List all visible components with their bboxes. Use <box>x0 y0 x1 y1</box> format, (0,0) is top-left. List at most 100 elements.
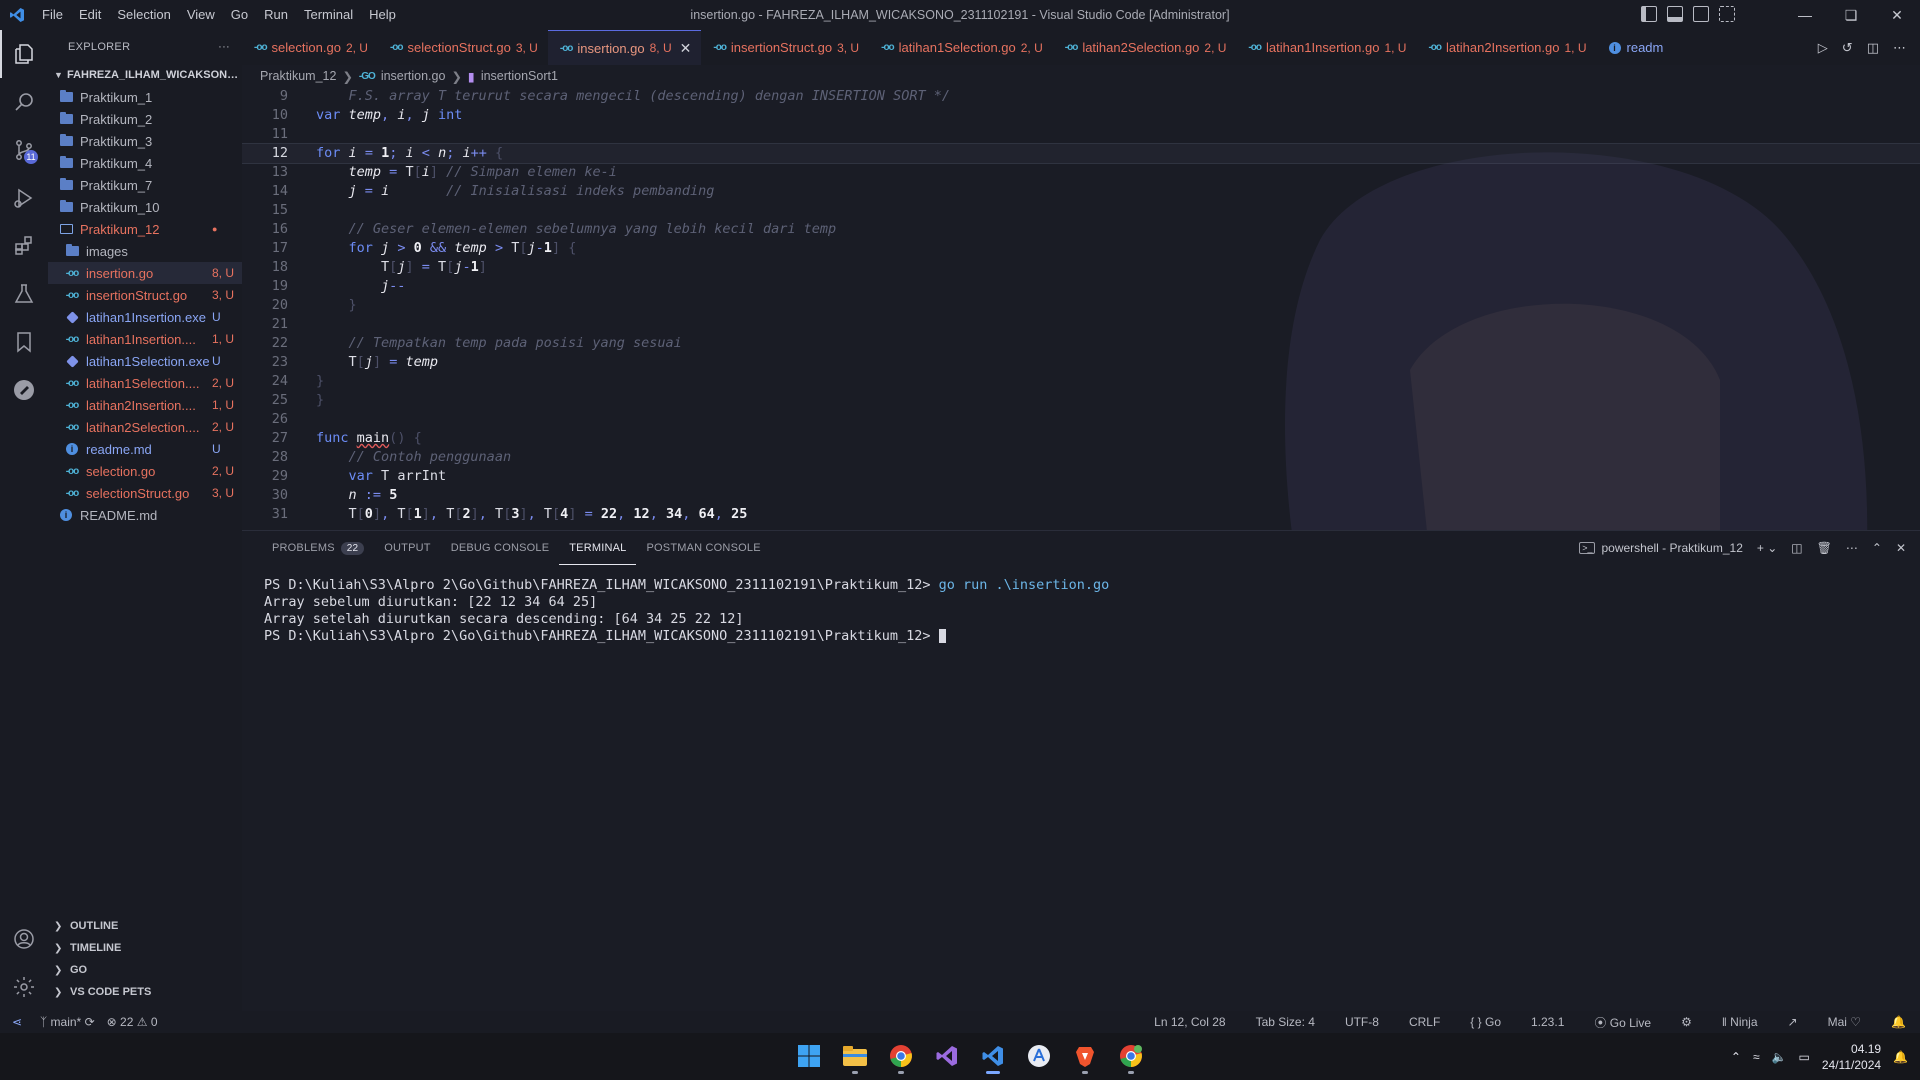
live-share-icon[interactable]: ↗ <box>1782 1015 1804 1029</box>
panel-tab-debug-console[interactable]: DEBUG CONSOLE <box>441 531 560 565</box>
source-control-icon[interactable]: 11 <box>0 126 48 174</box>
menu-go[interactable]: Go <box>223 0 256 30</box>
tab-size[interactable]: Tab Size: 4 <box>1250 1015 1321 1029</box>
file-tree-item[interactable]: -oo latihan2Insertion.... 1, U <box>48 394 242 416</box>
close-tab-icon[interactable]: ✕ <box>680 40 692 57</box>
file-tree-item[interactable]: -oo selectionStruct.go 3, U <box>48 482 242 504</box>
menu-edit[interactable]: Edit <box>71 0 109 30</box>
git-branch[interactable]: ᛉ main* ⟳ <box>34 1015 101 1029</box>
windows-start-icon[interactable] <box>790 1037 828 1075</box>
breadcrumb-file[interactable]: insertion.go <box>381 69 446 83</box>
section-go[interactable]: ❯ GO <box>48 959 242 981</box>
panel-tab-postman-console[interactable]: POSTMAN CONSOLE <box>636 531 770 565</box>
battery-icon[interactable]: ▭ <box>1799 1050 1810 1064</box>
copilot-icon[interactable]: ⚙ <box>1675 1015 1698 1029</box>
file-tree-item[interactable]: -oo selection.go 2, U <box>48 460 242 482</box>
ninja-status[interactable]: ‖ Ninja <box>1716 1015 1764 1029</box>
cursor-position[interactable]: Ln 12, Col 28 <box>1148 1015 1231 1029</box>
workspace-title[interactable]: ▼ FAHREZA_ILHAM_WICAKSONO_2311102191 <box>48 64 242 86</box>
file-tree-item[interactable]: Praktikum_4 <box>48 152 242 174</box>
toggle-primary-sidebar-icon[interactable] <box>1641 6 1657 22</box>
testing-icon[interactable] <box>0 270 48 318</box>
menu-view[interactable]: View <box>179 0 223 30</box>
code-editor[interactable]: 9 F.S. array T terurut secara mengecil (… <box>242 87 1920 530</box>
file-tree-item[interactable]: -oo latihan1Insertion.... 1, U <box>48 328 242 350</box>
file-tree-item[interactable]: -oo latihan2Selection.... 2, U <box>48 416 242 438</box>
brave-icon[interactable] <box>1066 1037 1104 1075</box>
editor-tab[interactable]: -oo selection.go 2, U <box>242 30 378 65</box>
more-actions-icon[interactable]: ⋯ <box>1893 40 1906 56</box>
split-editor-icon[interactable]: ◫ <box>1867 40 1879 56</box>
editor-tab[interactable]: -oo insertion.go 8, U ✕ <box>547 30 702 65</box>
remote-indicator-icon[interactable]: ⋖ <box>0 1011 34 1033</box>
more-actions-icon[interactable]: ⋯ <box>1846 541 1858 555</box>
menu-selection[interactable]: Selection <box>109 0 178 30</box>
file-tree-item[interactable]: Praktikum_2 <box>48 108 242 130</box>
file-tree-item[interactable]: i README.md <box>48 504 242 526</box>
settings-gear-icon[interactable] <box>0 963 48 1011</box>
panel-tab-output[interactable]: OUTPUT <box>374 531 440 565</box>
section-outline[interactable]: ❯ OUTLINE <box>48 915 242 937</box>
clock[interactable]: 04.19 24/11/2024 <box>1822 1041 1881 1073</box>
file-tree-item[interactable]: i readme.md U <box>48 438 242 460</box>
run-file-icon[interactable]: ▷ <box>1818 40 1828 56</box>
breadcrumb-folder[interactable]: Praktikum_12 <box>260 69 336 83</box>
search-icon[interactable] <box>0 78 48 126</box>
file-tree-item[interactable]: -oo insertion.go 8, U <box>48 262 242 284</box>
editor-tab[interactable]: -oo selectionStruct.go 3, U <box>378 30 548 65</box>
file-explorer-icon[interactable] <box>836 1037 874 1075</box>
file-tree-item[interactable]: Praktikum_7 <box>48 174 242 196</box>
close-window-icon[interactable]: ✕ <box>1874 0 1920 30</box>
more-actions-icon[interactable]: ··· <box>218 41 230 53</box>
volume-icon[interactable]: 🔈 <box>1772 1050 1787 1064</box>
wifi-icon[interactable]: ≈ <box>1753 1050 1760 1064</box>
file-tree-item[interactable]: Praktikum_3 <box>48 130 242 152</box>
panel-tab-terminal[interactable]: TERMINAL <box>559 531 637 565</box>
accounts-icon[interactable] <box>0 915 48 963</box>
file-tree-item[interactable]: images <box>48 240 242 262</box>
chrome-icon[interactable] <box>882 1037 920 1075</box>
app-store-icon[interactable] <box>1020 1037 1058 1075</box>
minimize-icon[interactable]: — <box>1782 0 1828 30</box>
bookmarks-icon[interactable] <box>0 318 48 366</box>
file-tree-item[interactable]: Praktikum_10 <box>48 196 242 218</box>
run-debug-icon[interactable] <box>0 174 48 222</box>
show-hidden-icons-icon[interactable]: ⌃ <box>1731 1050 1741 1064</box>
extensions-icon[interactable] <box>0 222 48 270</box>
editor-tab[interactable]: i readm <box>1597 30 1674 65</box>
encoding[interactable]: UTF-8 <box>1339 1015 1385 1029</box>
editor-tab[interactable]: -oo latihan1Insertion.go 1, U <box>1236 30 1416 65</box>
open-changes-icon[interactable]: ↺ <box>1842 40 1853 56</box>
go-live-button[interactable]: ⦿ Go Live <box>1588 1014 1657 1031</box>
user-status[interactable]: Mai ♡ <box>1822 1015 1867 1029</box>
menu-help[interactable]: Help <box>361 0 404 30</box>
file-tree-item[interactable]: Praktikum_1 <box>48 86 242 108</box>
language-mode[interactable]: { } Go <box>1464 1015 1507 1029</box>
customize-layout-icon[interactable] <box>1719 6 1735 22</box>
file-tree-item[interactable]: latihan1Insertion.exe U <box>48 306 242 328</box>
file-tree-item[interactable]: -oo latihan1Selection.... 2, U <box>48 372 242 394</box>
notifications-bell-icon[interactable]: 🔔 <box>1885 1015 1912 1029</box>
new-terminal-icon[interactable]: + ⌄ <box>1757 541 1777 555</box>
kill-terminal-icon[interactable]: 🗑 <box>1817 541 1832 555</box>
menu-run[interactable]: Run <box>256 0 296 30</box>
restore-icon[interactable]: ❏ <box>1828 0 1874 30</box>
terminal-selector[interactable]: >_ powershell - Praktikum_12 <box>1579 541 1743 555</box>
menu-terminal[interactable]: Terminal <box>296 0 361 30</box>
terminal-output[interactable]: PS D:\Kuliah\S3\Alpro 2\Go\Github\FAHREZ… <box>264 577 1109 645</box>
section-timeline[interactable]: ❯ TIMELINE <box>48 937 242 959</box>
editor-tab[interactable]: -oo latihan1Selection.go 2, U <box>869 30 1053 65</box>
end-of-line[interactable]: CRLF <box>1403 1015 1446 1029</box>
panel-tab-problems[interactable]: PROBLEMS 22 <box>262 531 374 565</box>
breadcrumb-symbol[interactable]: insertionSort1 <box>481 69 558 83</box>
problems-count[interactable]: ⊗ 22 ⚠ 0 <box>101 1015 164 1029</box>
file-tree-item[interactable]: Praktikum_12 ● <box>48 218 242 240</box>
visual-studio-icon[interactable] <box>928 1037 966 1075</box>
chrome-profile-icon[interactable] <box>1112 1037 1150 1075</box>
postman-icon[interactable] <box>0 366 48 414</box>
maximize-panel-icon[interactable]: ⌃ <box>1872 541 1882 555</box>
editor-tab[interactable]: -oo latihan2Selection.go 2, U <box>1053 30 1237 65</box>
toggle-panel-icon[interactable] <box>1667 6 1683 22</box>
toggle-secondary-sidebar-icon[interactable] <box>1693 6 1709 22</box>
file-tree-item[interactable]: -oo insertionStruct.go 3, U <box>48 284 242 306</box>
